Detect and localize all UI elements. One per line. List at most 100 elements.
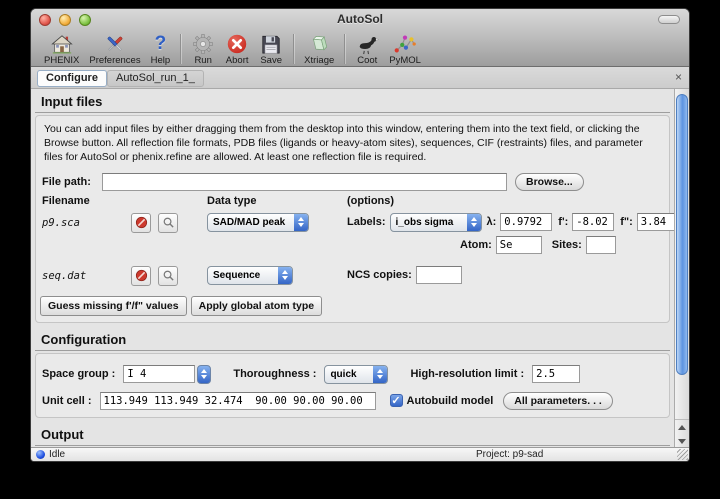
toolbar-label: Coot xyxy=(357,55,377,66)
toolbar-label: PyMOL xyxy=(389,55,421,66)
inspect-file-button[interactable] xyxy=(158,266,178,286)
toolbar-button-help[interactable]: ? Help xyxy=(146,32,176,66)
atom-input[interactable] xyxy=(496,236,542,254)
resize-grip[interactable] xyxy=(677,449,688,460)
window-title: AutoSol xyxy=(31,12,689,26)
data-type-dropdown[interactable]: SAD/MAD peak xyxy=(207,213,309,232)
toolbar: PHENIX Preferences xyxy=(31,31,689,67)
scroll-down-button[interactable] xyxy=(675,434,689,447)
labels-dropdown[interactable]: i_obs sigma xyxy=(390,213,482,232)
section-header-output: Output xyxy=(35,424,670,446)
labels-label: Labels: xyxy=(347,216,386,228)
remove-file-button[interactable] xyxy=(131,266,151,286)
column-options: (options) xyxy=(347,195,663,207)
toolbar-label: Run xyxy=(194,55,211,66)
guess-fp-fdp-button[interactable]: Guess missing f'/f" values xyxy=(40,296,187,316)
high-resolution-limit-label: High-resolution limit : xyxy=(410,368,524,380)
sites-input[interactable] xyxy=(586,236,616,254)
dropdown-stepper-icon xyxy=(294,214,308,231)
ncs-copies-label: NCS copies: xyxy=(347,269,412,281)
tab-autosol-run-1[interactable]: AutoSol_run_1_ xyxy=(107,70,204,87)
data-type-dropdown[interactable]: Sequence xyxy=(207,266,293,285)
run-gear-icon xyxy=(191,32,215,55)
f-prime-input[interactable] xyxy=(572,213,614,231)
column-data-type: Data type xyxy=(207,195,347,207)
toolbar-button-preferences[interactable]: Preferences xyxy=(84,32,145,66)
thoroughness-dropdown[interactable]: quick xyxy=(324,365,388,384)
toolbar-button-coot[interactable]: Coot xyxy=(350,32,384,66)
space-group-input[interactable] xyxy=(123,365,195,383)
tab-close-icon[interactable]: × xyxy=(675,70,682,84)
toolbar-label: Preferences xyxy=(89,55,140,66)
xtriage-crystal-icon xyxy=(307,32,331,55)
filename-text: p9.sca xyxy=(42,213,131,229)
file-row-p9-sca: p9.sca xyxy=(42,213,663,258)
phenix-home-icon xyxy=(50,32,74,55)
toolbar-button-phenix[interactable]: PHENIX xyxy=(39,32,84,66)
ncs-copies-input[interactable] xyxy=(416,266,462,284)
f-prime-label: f': xyxy=(558,216,568,228)
file-row-seq-dat: seq.dat xyxy=(42,266,663,288)
options-cell: Labels: i_obs sigma λ: xyxy=(347,213,683,258)
scrollbar-thumb[interactable] xyxy=(676,94,688,375)
inspect-file-button[interactable] xyxy=(158,213,178,233)
apply-global-atom-type-button[interactable]: Apply global atom type xyxy=(191,296,323,316)
toolbar-button-xtriage[interactable]: Xtriage xyxy=(299,32,339,66)
magnifier-icon xyxy=(162,269,175,282)
toolbar-button-pymol[interactable]: PyMOL xyxy=(384,32,426,66)
toolbar-separator xyxy=(344,34,345,64)
toolbar-button-save[interactable]: Save xyxy=(254,32,288,66)
scroll-up-button[interactable] xyxy=(675,420,689,434)
toolbar-label: Help xyxy=(151,55,171,66)
remove-file-button[interactable] xyxy=(131,213,151,233)
coot-bird-icon xyxy=(355,32,379,55)
save-floppy-icon xyxy=(259,32,283,55)
atom-label: Atom: xyxy=(460,239,492,251)
high-resolution-limit-input[interactable] xyxy=(532,365,580,383)
remove-icon xyxy=(135,269,148,282)
toolbar-button-run[interactable]: Run xyxy=(186,32,220,66)
file-path-label: File path: xyxy=(42,176,98,188)
space-group-label: Space group : xyxy=(42,368,115,380)
unit-cell-input[interactable] xyxy=(100,392,376,410)
filename-text: seq.dat xyxy=(42,266,131,282)
toolbar-label: Save xyxy=(260,55,282,66)
lambda-input[interactable] xyxy=(500,213,552,231)
sites-label: Sites: xyxy=(552,239,582,251)
status-text: Idle xyxy=(49,449,65,460)
vertical-scrollbar[interactable] xyxy=(674,89,689,447)
tab-bar: Configure AutoSol_run_1_ × xyxy=(31,67,689,89)
thoroughness-label: Thoroughness : xyxy=(233,368,316,380)
browse-file-button[interactable]: Browse... xyxy=(515,173,584,191)
space-group-stepper[interactable] xyxy=(197,365,211,384)
autosol-window: AutoSol PHENIX xyxy=(30,8,690,462)
status-bar: Idle Project: p9-sad xyxy=(31,447,689,461)
status-indicator-icon xyxy=(36,450,45,459)
options-cell: NCS copies: xyxy=(347,266,663,284)
help-question-icon: ? xyxy=(155,32,167,55)
pymol-molecule-icon xyxy=(393,32,417,55)
configuration-panel: Space group : Thoroughness : quick xyxy=(35,353,670,418)
file-path-input[interactable] xyxy=(102,173,507,191)
toolbar-label: Xtriage xyxy=(304,55,334,66)
f-double-prime-label: f": xyxy=(620,216,633,228)
up-arrow-icon xyxy=(678,425,686,430)
section-header-input-files: Input files xyxy=(35,91,670,113)
title-bar: AutoSol xyxy=(31,9,689,31)
main-content: Input files You can add input files by e… xyxy=(31,89,689,447)
preferences-tools-icon xyxy=(103,32,127,55)
file-table-header: Filename Data type (options) xyxy=(42,195,663,207)
toolbar-toggle-button[interactable] xyxy=(658,15,680,24)
autobuild-model-checkbox[interactable]: ✓ xyxy=(390,394,403,407)
abort-stop-icon xyxy=(225,32,249,55)
lambda-label: λ: xyxy=(487,216,497,228)
all-parameters-button[interactable]: All parameters. . . xyxy=(503,392,613,410)
file-path-row: File path: Browse... xyxy=(42,173,663,191)
dropdown-stepper-icon xyxy=(278,267,292,284)
tab-configure[interactable]: Configure xyxy=(37,70,107,87)
scroll-area: Input files You can add input files by e… xyxy=(31,89,674,447)
project-label: Project: p9-sad xyxy=(476,449,543,460)
input-files-panel: You can add input files by either draggi… xyxy=(35,115,670,323)
down-arrow-icon xyxy=(678,439,686,444)
toolbar-button-abort[interactable]: Abort xyxy=(220,32,254,66)
